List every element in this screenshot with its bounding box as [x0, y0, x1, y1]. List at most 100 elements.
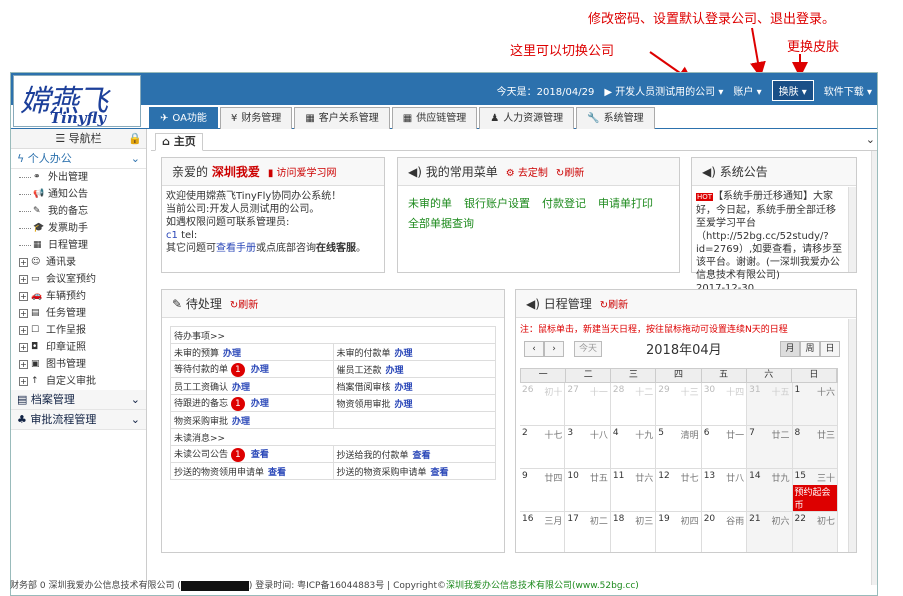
- download-menu[interactable]: 软件下载 ▾: [824, 83, 872, 98]
- skin-button[interactable]: 换肤 ▾: [771, 80, 814, 101]
- calendar-grid[interactable]: 一二三四五六日 26 初十 27 十一 28 十二 29 十三 30 十四 31 十五 1 十六 2 十七 3 十八…: [520, 368, 838, 552]
- visit-study-link[interactable]: ▮ 访问爱学习网: [268, 168, 337, 179]
- action-link[interactable]: 办理: [251, 365, 269, 375]
- calendar-day[interactable]: 8 廿三: [792, 426, 838, 469]
- tab-0[interactable]: ✈ OA功能: [149, 107, 218, 129]
- expand-icon[interactable]: +: [19, 360, 28, 369]
- calendar-day[interactable]: 19 初四: [656, 512, 702, 552]
- prev-month-button[interactable]: ‹: [524, 341, 544, 357]
- action-link[interactable]: 办理: [232, 383, 250, 393]
- action-link[interactable]: 办理: [251, 399, 269, 409]
- sidebar-item[interactable]: + 🚗 车辆预约: [19, 288, 146, 305]
- menu-link[interactable]: 全部单据查询: [408, 217, 474, 230]
- sidebar-section-personal[interactable]: ϟ 个人办公 ⌄: [11, 149, 146, 169]
- week-view-button[interactable]: 周: [800, 341, 820, 357]
- chevron-down-icon[interactable]: ⌄: [866, 133, 875, 146]
- expand-icon[interactable]: +: [19, 292, 28, 301]
- action-link[interactable]: 办理: [395, 349, 413, 359]
- sidebar-item[interactable]: ▦ 日程管理: [19, 237, 146, 254]
- calendar-day[interactable]: 27 十一: [565, 383, 611, 426]
- calendar-day[interactable]: 11 廿六: [610, 469, 657, 512]
- tab-home[interactable]: ⌂ 主页: [155, 133, 203, 151]
- refresh-button[interactable]: ↻刷新: [556, 168, 584, 179]
- sidebar-item[interactable]: 📢 通知公告: [19, 186, 146, 203]
- calendar-event[interactable]: 预约起会币: [792, 485, 837, 511]
- action-link[interactable]: 办理: [395, 383, 413, 393]
- sidebar-item[interactable]: + ▣ 图书管理: [19, 356, 146, 373]
- refresh-button[interactable]: ↻刷新: [600, 300, 628, 311]
- menu-link[interactable]: 付款登记: [542, 197, 586, 210]
- tab-1[interactable]: ¥ 财务管理: [219, 107, 293, 129]
- expand-icon[interactable]: +: [19, 258, 28, 267]
- calendar-day[interactable]: 1 十六: [792, 383, 838, 426]
- company-switcher[interactable]: ▶ 开发人员测试用的公司 ▾: [604, 83, 723, 98]
- calendar-day[interactable]: 6 廿一: [701, 426, 748, 469]
- calendar-day[interactable]: 18 初三: [611, 512, 657, 552]
- expand-icon[interactable]: +: [19, 377, 28, 386]
- action-link[interactable]: 办理: [232, 417, 250, 427]
- expand-icon[interactable]: +: [19, 343, 28, 352]
- sidebar-item[interactable]: + ▭ 会议室预约: [19, 271, 146, 288]
- sidebar-item[interactable]: + ☺ 通讯录: [19, 254, 146, 271]
- lock-icon[interactable]: 🔒: [128, 129, 142, 149]
- sidebar-section-approval[interactable]: ♣ 审批流程管理 ⌄: [11, 410, 146, 430]
- calendar-day[interactable]: 5 清明: [656, 426, 702, 469]
- calendar-day[interactable]: 2 十七: [520, 426, 566, 469]
- calendar-day[interactable]: 26 初十: [520, 383, 566, 426]
- sidebar-item[interactable]: 🎓 发票助手: [19, 220, 146, 237]
- sidebar-item[interactable]: ✎ 我的备忘: [19, 203, 146, 220]
- action-link[interactable]: 查看: [431, 468, 449, 478]
- page-scrollbar[interactable]: [871, 151, 877, 585]
- calendar-day[interactable]: 22 初七: [792, 512, 838, 552]
- calendar-day[interactable]: 28 十二: [610, 383, 657, 426]
- customize-button[interactable]: ⚙ 去定制: [506, 168, 548, 179]
- action-link[interactable]: 办理: [223, 349, 241, 359]
- action-link[interactable]: 办理: [386, 366, 404, 376]
- calendar-day[interactable]: 13 廿八: [701, 469, 748, 512]
- sidebar-section-archive[interactable]: ▤ 档案管理 ⌄: [11, 390, 146, 410]
- sidebar-item[interactable]: + ◘ 印章证照: [19, 339, 146, 356]
- announcement-text[interactable]: 【系统手册迁移通知】大家好，今日起，系统手册全部迁移至爱学习平台（http://…: [696, 191, 842, 281]
- calendar-day[interactable]: 9 廿四: [520, 469, 566, 512]
- refresh-button[interactable]: ↻刷新: [230, 300, 258, 311]
- tab-3[interactable]: ▦ 供应链管理: [391, 107, 478, 129]
- sidebar-item[interactable]: + ↑ 自定义审批: [19, 373, 146, 390]
- manual-link[interactable]: 查看手册: [216, 243, 256, 254]
- tab-2[interactable]: ▦ 客户关系管理: [294, 107, 390, 129]
- expand-icon[interactable]: +: [19, 275, 28, 284]
- next-month-button[interactable]: ›: [544, 341, 564, 357]
- footer-link[interactable]: 深圳我爱办公信息技术有限公司(www.52bg.cc): [446, 581, 639, 591]
- calendar-day[interactable]: 20 谷雨: [702, 512, 748, 552]
- action-link[interactable]: 查看: [251, 450, 269, 460]
- action-link[interactable]: 查看: [268, 468, 286, 478]
- calendar-day[interactable]: 15 三十 预约起会币: [792, 469, 838, 512]
- calendar-day[interactable]: 16 三月: [520, 512, 566, 552]
- calendar-day[interactable]: 7 廿二: [747, 426, 793, 469]
- online-service-link[interactable]: 在线客服: [316, 243, 356, 254]
- scrollbar[interactable]: [848, 187, 856, 272]
- day-view-button[interactable]: 日: [820, 341, 840, 357]
- calendar-day[interactable]: 29 十三: [656, 383, 702, 426]
- month-view-button[interactable]: 月: [780, 341, 800, 357]
- scrollbar[interactable]: [848, 319, 856, 552]
- calendar-day[interactable]: 14 廿九: [747, 469, 793, 512]
- calendar-day[interactable]: 17 初二: [565, 512, 611, 552]
- calendar-day[interactable]: 30 十四: [701, 383, 748, 426]
- menu-link[interactable]: 未审的单: [408, 197, 452, 210]
- menu-link[interactable]: 申请单打印: [598, 197, 653, 210]
- calendar-day[interactable]: 21 初六: [747, 512, 793, 552]
- tab-5[interactable]: 🔧 系统管理: [576, 107, 655, 129]
- sidebar-item[interactable]: ⚭ 外出管理: [19, 169, 146, 186]
- account-menu[interactable]: 账户 ▾: [733, 83, 761, 98]
- today-button[interactable]: 今天: [574, 341, 602, 357]
- expand-icon[interactable]: +: [19, 309, 28, 318]
- action-link[interactable]: 查看: [413, 451, 431, 461]
- calendar-day[interactable]: 4 十九: [610, 426, 657, 469]
- sidebar-item[interactable]: + ▤ 任务管理: [19, 305, 146, 322]
- sidebar-item[interactable]: + ☐ 工作呈报: [19, 322, 146, 339]
- menu-link[interactable]: 银行账户设置: [464, 197, 530, 210]
- calendar-day[interactable]: 3 十八: [565, 426, 611, 469]
- calendar-day[interactable]: 12 廿七: [656, 469, 702, 512]
- calendar-day[interactable]: 10 廿五: [565, 469, 611, 512]
- tab-4[interactable]: ♟ 人力资源管理: [479, 107, 575, 129]
